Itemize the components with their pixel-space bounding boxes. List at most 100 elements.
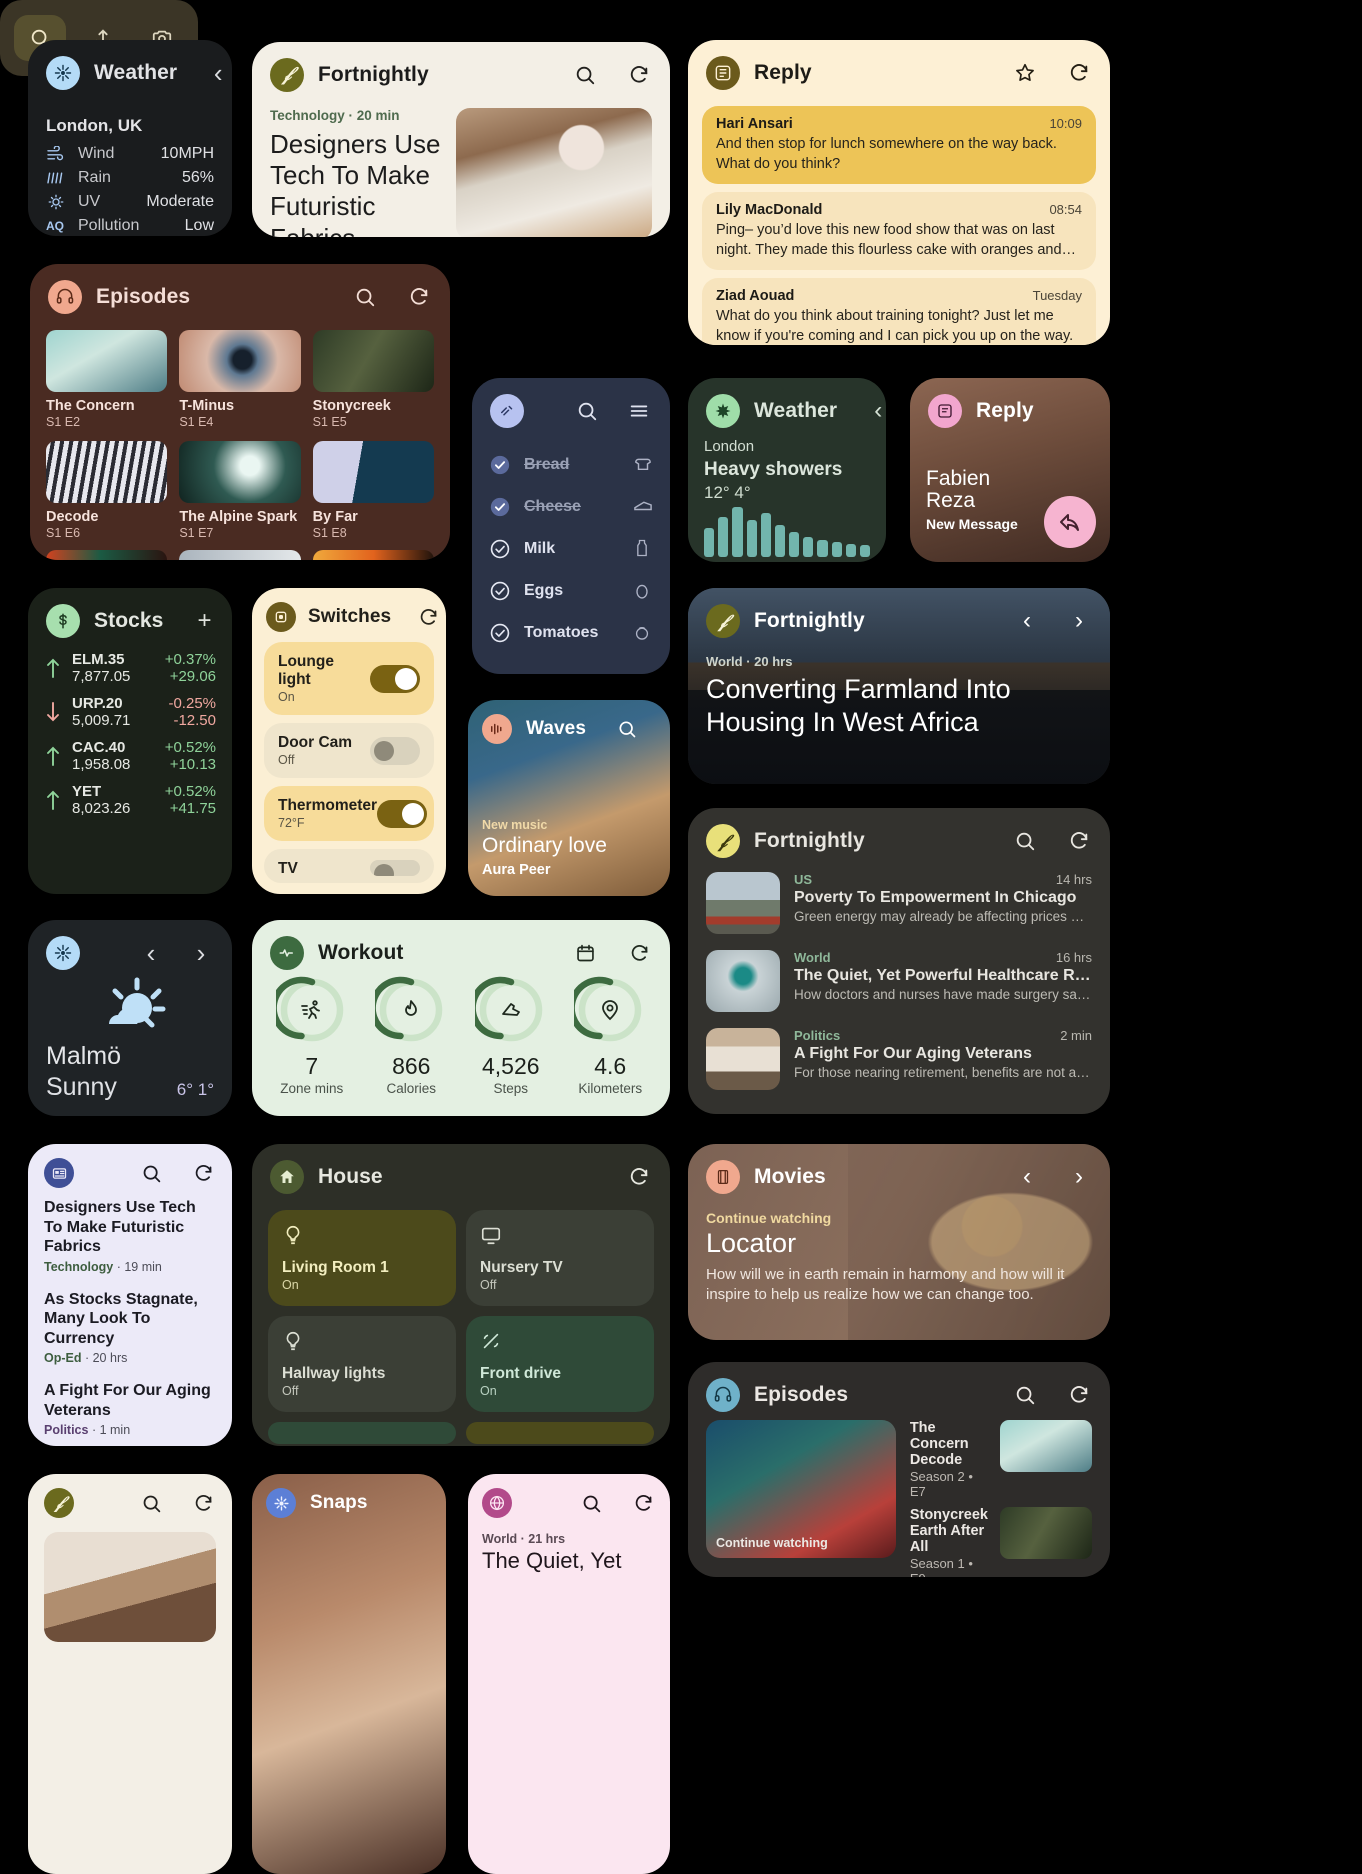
search-icon[interactable]: [578, 1490, 604, 1516]
search-icon[interactable]: [138, 1490, 164, 1516]
checkbox-checked-icon[interactable]: [488, 453, 512, 477]
star-icon[interactable]: [1012, 60, 1038, 86]
waves-music-widget[interactable]: Waves New music Ordinary love Aura Peer: [468, 700, 670, 896]
stock-row[interactable]: CAC.40 1,958.08 +0.52% +10.13: [28, 734, 232, 778]
episode-thumbnail[interactable]: [179, 550, 301, 560]
calendar-icon[interactable]: [572, 940, 598, 966]
stocks-widget[interactable]: Stocks + ELM.35 7,877.05 +0.37% +29.06 URP…: [28, 588, 232, 894]
refresh-icon[interactable]: [415, 604, 441, 630]
toggle-switch[interactable]: [370, 736, 420, 765]
message-row[interactable]: Hari Ansari 10:09 And then stop for lunch…: [702, 106, 1096, 185]
switch-row[interactable]: Door Cam Off: [264, 723, 434, 778]
search-icon[interactable]: [572, 62, 598, 88]
stock-row[interactable]: ELM.35 7,877.05 +0.37% +29.06: [28, 646, 232, 690]
episode-card[interactable]: The Alpine Spark S1 E7: [179, 441, 301, 540]
featured-episode-thumbnail[interactable]: Continue watching: [706, 1420, 896, 1558]
house-tile[interactable]: Living Room 1 On: [268, 1210, 456, 1306]
search-icon[interactable]: [1012, 828, 1038, 854]
episode-card[interactable]: Stonycreek S1 E5: [312, 330, 434, 429]
episode-card[interactable]: The Concern S1 E2: [46, 330, 168, 429]
globe-news-widget[interactable]: World · 21 hrs The Quiet, Yet: [468, 1474, 670, 1874]
add-button[interactable]: +: [191, 607, 217, 634]
refresh-icon[interactable]: [190, 1160, 216, 1186]
workout-ring-calories[interactable]: 866 Calories: [362, 974, 462, 1096]
news-row[interactable]: World 16 hrs The Quiet, Yet Powerful Heal…: [688, 944, 1110, 1022]
prev-button[interactable]: ‹: [865, 397, 886, 424]
workout-ring-zone-mins[interactable]: 7 Zone mins: [262, 974, 362, 1096]
episode-card[interactable]: T-Minus S1 E4: [179, 330, 301, 429]
refresh-icon[interactable]: [626, 1164, 652, 1190]
house-tile[interactable]: [268, 1422, 456, 1444]
fortnightly-article-widget[interactable]: 𝒻 Fortnightly Technology · 20 min Design…: [252, 42, 670, 237]
toggle-switch[interactable]: [377, 799, 428, 828]
episode-thumbnail[interactable]: [312, 550, 434, 560]
snaps-widget[interactable]: Snaps: [252, 1474, 446, 1874]
prev-button[interactable]: ‹: [1014, 607, 1040, 634]
task-row[interactable]: Bread: [472, 444, 670, 486]
house-tile[interactable]: Hallway lights Off: [268, 1316, 456, 1412]
heart-icon[interactable]: [664, 716, 670, 742]
checkbox-icon[interactable]: [488, 537, 512, 561]
fortnightly-bottom-widget[interactable]: 𝒻: [28, 1474, 232, 1874]
stock-row[interactable]: URP.20 5,009.71 -0.25% -12.50: [28, 690, 232, 734]
switch-row[interactable]: Thermometer 72°F: [264, 786, 434, 841]
search-icon[interactable]: [614, 716, 640, 742]
reply-new-message-widget[interactable]: Reply Fabien Reza New Message: [910, 378, 1110, 562]
fortnightly-hero-widget[interactable]: 𝒻 Fortnightly ‹ › World · 20 hrs Convert…: [688, 588, 1110, 784]
search-icon[interactable]: [138, 1160, 164, 1186]
episode-card[interactable]: By Far S1 E8: [312, 441, 434, 540]
checkbox-icon[interactable]: [488, 579, 512, 603]
fortnightly-list-widget[interactable]: 𝒻 Fortnightly US 14 hrs Poverty To Empowe…: [688, 808, 1110, 1114]
next-button[interactable]: ›: [1066, 1163, 1092, 1190]
weather-widget-london[interactable]: Weather ‹ › London, UK Wind 10MPH Rain 5…: [28, 40, 232, 236]
toggle-switch[interactable]: [370, 860, 420, 876]
news-item[interactable]: A Fight For Our Aging Veterans Politics …: [28, 1381, 232, 1439]
refresh-icon[interactable]: [1066, 60, 1092, 86]
weather-widget-malmo[interactable]: ‹ › Malmö Sunny 6° 1°: [28, 920, 232, 1116]
search-icon[interactable]: [1012, 1382, 1038, 1408]
task-row[interactable]: Milk: [472, 528, 670, 570]
prev-button[interactable]: ‹: [138, 938, 164, 968]
episode-thumbnail[interactable]: [46, 550, 168, 560]
prev-button[interactable]: ‹: [1014, 1163, 1040, 1190]
switch-row[interactable]: TV: [264, 849, 434, 883]
message-row[interactable]: Lily MacDonald 08:54 Ping– you’d love thi…: [702, 192, 1096, 271]
workout-ring-steps[interactable]: 4,526 Steps: [461, 974, 561, 1096]
search-icon[interactable]: [574, 398, 600, 424]
refresh-icon[interactable]: [626, 940, 652, 966]
refresh-icon[interactable]: [1066, 828, 1092, 854]
task-row[interactable]: Eggs: [472, 570, 670, 612]
message-row[interactable]: Ziad Aouad Tuesday What do you think abou…: [702, 278, 1096, 345]
stock-row[interactable]: YET 8,023.26 +0.52% +41.75: [28, 778, 232, 822]
task-row[interactable]: Cheese: [472, 486, 670, 528]
workout-ring-kilometers[interactable]: 4.6 Kilometers: [561, 974, 661, 1096]
news-light-widget[interactable]: Designers Use Tech To Make Futuristic Fa…: [28, 1144, 232, 1446]
house-tile[interactable]: [466, 1422, 654, 1444]
refresh-icon[interactable]: [406, 284, 432, 310]
house-widget[interactable]: House Living Room 1 On Nursery TV Off Ha…: [252, 1144, 670, 1446]
house-tile[interactable]: Front drive On: [466, 1316, 654, 1412]
refresh-icon[interactable]: [190, 1490, 216, 1516]
next-button[interactable]: ›: [1066, 607, 1092, 634]
episodes-list-widget[interactable]: Episodes Continue watching The Concern D…: [688, 1362, 1110, 1577]
switches-widget[interactable]: Switches Lounge light On Door Cam Off Ther…: [252, 588, 446, 894]
search-icon[interactable]: [352, 284, 378, 310]
news-item[interactable]: As Stocks Stagnate, Many Look To Currenc…: [28, 1290, 232, 1368]
reply-inbox-widget[interactable]: Reply Hari Ansari 10:09 And then stop for…: [688, 40, 1110, 345]
tasks-widget[interactable]: Bread Cheese Milk Eggs Tomatoes: [472, 378, 670, 674]
movies-widget[interactable]: Movies ‹ › Continue watching Locator How…: [688, 1144, 1110, 1340]
toggle-switch[interactable]: [370, 664, 420, 693]
checkbox-icon[interactable]: [488, 621, 512, 645]
refresh-icon[interactable]: [1066, 1382, 1092, 1408]
news-row[interactable]: US 14 hrs Poverty To Empowerment In Chica…: [688, 866, 1110, 944]
prev-button[interactable]: ‹: [205, 58, 231, 88]
episode-row[interactable]: Stonycreek Earth After All Season 1 • E9: [910, 1507, 1092, 1577]
house-tile[interactable]: Nursery TV Off: [466, 1210, 654, 1306]
next-button[interactable]: ›: [188, 938, 214, 968]
episode-card[interactable]: Decode S1 E6: [46, 441, 168, 540]
weather-widget-london-green[interactable]: Weather ‹ › London Heavy showers 12° 4°: [688, 378, 886, 562]
list-icon[interactable]: [626, 398, 652, 424]
refresh-icon[interactable]: [626, 62, 652, 88]
news-item[interactable]: Designers Use Tech To Make Futuristic Fa…: [28, 1198, 232, 1276]
task-row[interactable]: Tomatoes: [472, 612, 670, 654]
